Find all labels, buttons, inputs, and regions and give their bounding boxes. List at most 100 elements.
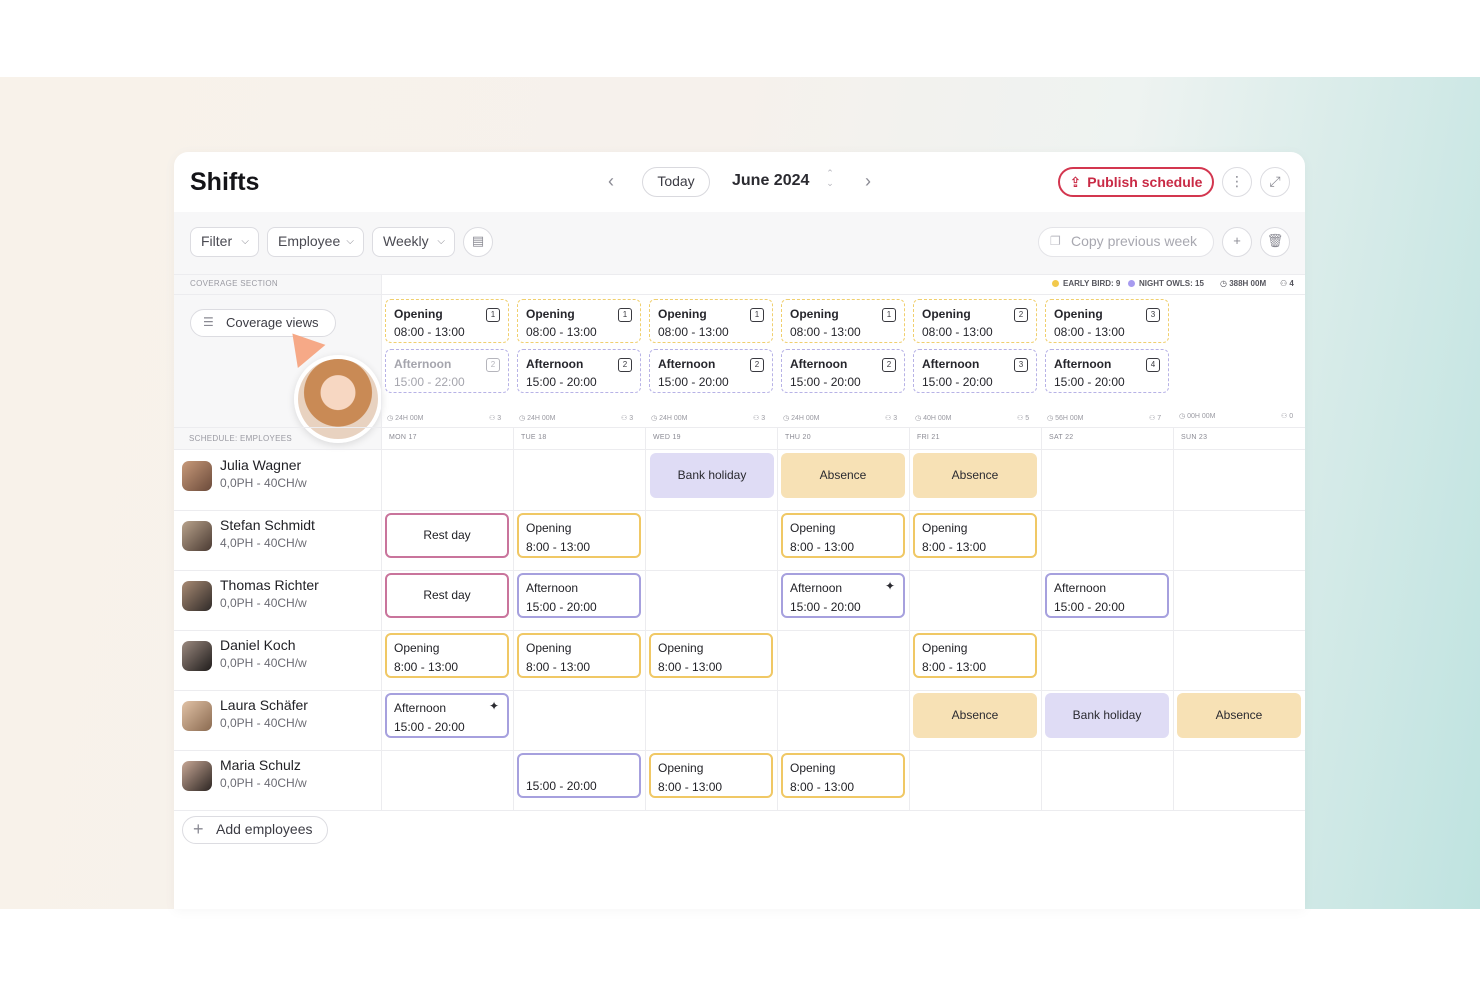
hours-text: 24H 00M — [527, 415, 556, 422]
expand-icon[interactable]: ⤢ — [1260, 167, 1290, 197]
shift-time: 8:00 - 13:00 — [790, 540, 855, 554]
coverage-card-afternoon[interactable]: Afternoon 15:00 - 20:00 3 — [913, 349, 1037, 393]
afternoon-shift[interactable]: Afternoon 15:00 - 20:00 ✦ — [781, 573, 905, 618]
shift-time: 15:00 - 20:00 — [526, 779, 597, 793]
employee-name: Daniel Koch — [220, 637, 296, 653]
coverage-section-label: COVERAGE SECTION — [190, 279, 278, 288]
afternoon-shift[interactable]: Afternoon 15:00 - 20:00 — [1045, 573, 1169, 618]
count-badge: 2 — [486, 358, 500, 372]
view-toggle-icon[interactable]: ▤ — [463, 227, 493, 257]
hours-text: 56H 00M — [1055, 415, 1084, 422]
divider — [174, 630, 1305, 631]
shift-time: 15:00 - 20:00 — [790, 375, 861, 389]
afternoon-shift[interactable]: Afternoon 15:00 - 20:00 — [517, 573, 641, 618]
clock-icon: ◷ — [1220, 279, 1230, 288]
shift-time: 8:00 - 13:00 — [922, 540, 987, 554]
opening-shift[interactable]: Opening 8:00 - 13:00 — [781, 513, 905, 558]
coverage-card-opening[interactable]: Opening 08:00 - 13:00 1 — [781, 299, 905, 343]
shift-name: Opening — [790, 521, 836, 535]
sparkle-icon: ✦ — [884, 579, 895, 593]
coverage-card-opening[interactable]: Opening 08:00 - 13:00 1 — [649, 299, 773, 343]
count-badge: 3 — [1014, 358, 1028, 372]
month-stepper-icon[interactable]: ⌃ ⌄ — [824, 168, 836, 194]
employee-row-header[interactable]: Daniel Koch 0,0PH - 40CH/w — [182, 635, 372, 675]
add-employees-button[interactable]: + Add employees — [182, 816, 328, 844]
absence-block[interactable]: Absence — [913, 693, 1037, 738]
employee-row-header[interactable]: Stefan Schmidt 4,0PH - 40CH/w — [182, 515, 372, 555]
day-header: FRI 21 — [917, 434, 940, 441]
coverage-card-afternoon[interactable]: Afternoon 15:00 - 20:00 4 — [1045, 349, 1169, 393]
opening-shift[interactable]: Opening 8:00 - 13:00 — [913, 513, 1037, 558]
opening-shift[interactable]: Opening 8:00 - 13:00 — [913, 633, 1037, 678]
divider — [645, 427, 646, 810]
prev-week-icon[interactable]: ‹ — [600, 170, 622, 192]
employee-dropdown[interactable]: Employee ⌵ — [267, 227, 364, 257]
divider — [174, 274, 1305, 275]
coverage-card-afternoon[interactable]: Afternoon 15:00 - 20:00 2 — [781, 349, 905, 393]
rest-day-shift[interactable]: Rest day — [385, 573, 509, 618]
rest-day-shift[interactable]: Rest day — [385, 513, 509, 558]
day-header: TUE 18 — [521, 434, 547, 441]
opening-shift[interactable]: Opening 8:00 - 13:00 — [649, 753, 773, 798]
day-hours: ◷ 24H 00M — [651, 415, 688, 422]
coverage-card-opening[interactable]: Opening 08:00 - 13:00 3 — [1045, 299, 1169, 343]
early-bird-text: EARLY BIRD: 9 — [1063, 279, 1121, 288]
day-header: SAT 22 — [1049, 434, 1074, 441]
trash-icon[interactable]: 🗑 — [1260, 227, 1290, 257]
absence-block[interactable]: Absence — [1177, 693, 1301, 738]
employee-row-header[interactable]: Julia Wagner 0,0PH - 40CH/w — [182, 455, 372, 495]
absence-block[interactable]: Absence — [781, 453, 905, 498]
shift-time: 8:00 - 13:00 — [658, 660, 723, 674]
divider — [1041, 427, 1042, 810]
employee-hours: 0,0PH - 40CH/w — [220, 656, 307, 670]
opening-shift[interactable]: Opening 8:00 - 13:00 — [517, 633, 641, 678]
shift-name: Opening — [922, 521, 968, 535]
divider — [174, 427, 1305, 428]
afternoon-shift[interactable]: Afternoon 15:00 - 20:00 ✦ — [385, 693, 509, 738]
today-button[interactable]: Today — [642, 167, 710, 197]
employee-row-header[interactable]: Thomas Richter 0,0PH - 40CH/w — [182, 575, 372, 615]
shift-time: 08:00 - 13:00 — [658, 325, 729, 339]
opening-shift[interactable]: Opening 8:00 - 13:00 — [649, 633, 773, 678]
count-badge: 2 — [1014, 308, 1028, 322]
coverage-card-afternoon[interactable]: Afternoon 15:00 - 20:00 2 — [649, 349, 773, 393]
shift-time: 08:00 - 13:00 — [1054, 325, 1125, 339]
divider — [909, 427, 910, 810]
next-week-icon[interactable]: › — [857, 170, 879, 192]
day-header: MON 17 — [389, 434, 417, 441]
coverage-card-opening[interactable]: Opening 08:00 - 13:00 1 — [385, 299, 509, 343]
upload-icon: ⇪ — [1069, 174, 1082, 190]
coverage-card-opening[interactable]: Opening 08:00 - 13:00 1 — [517, 299, 641, 343]
avatar — [182, 461, 212, 491]
bank-holiday-block[interactable]: Bank holiday — [650, 453, 774, 498]
absence-block[interactable]: Absence — [913, 453, 1037, 498]
divider — [174, 294, 1305, 295]
bank-holiday-block[interactable]: Bank holiday — [1045, 693, 1169, 738]
afternoon-shift[interactable]: 15:00 - 20:00 — [517, 753, 641, 798]
add-icon[interactable]: + — [1222, 227, 1252, 257]
coverage-card-afternoon[interactable]: Afternoon 15:00 - 22:00 2 — [385, 349, 509, 393]
employee-row-header[interactable]: Maria Schulz 0,0PH - 40CH/w — [182, 755, 372, 795]
toolbar: Filter ⌵ Employee ⌵ Weekly ⌵ ▤ ❐ Copy previo… — [174, 212, 1305, 274]
coverage-card-opening[interactable]: Opening 08:00 - 13:00 2 — [913, 299, 1037, 343]
count-badge: 2 — [882, 358, 896, 372]
divider — [513, 427, 514, 810]
more-options-icon[interactable]: ⋮ — [1222, 167, 1252, 197]
shift-name: Opening — [526, 521, 572, 535]
shift-name: Afternoon — [526, 581, 579, 595]
divider — [174, 810, 1305, 811]
opening-shift[interactable]: Opening 8:00 - 13:00 — [781, 753, 905, 798]
publish-schedule-button[interactable]: ⇪ Publish schedule — [1058, 167, 1214, 197]
employee-row-header[interactable]: Laura Schäfer 0,0PH - 40CH/w — [182, 695, 372, 735]
employee-name: Julia Wagner — [220, 457, 302, 473]
weekly-dropdown[interactable]: Weekly ⌵ — [372, 227, 455, 257]
filter-dropdown[interactable]: Filter ⌵ — [190, 227, 259, 257]
day-header: WED 19 — [653, 434, 681, 441]
avatar — [182, 521, 212, 551]
opening-shift[interactable]: Opening 8:00 - 13:00 — [517, 513, 641, 558]
employee-name: Maria Schulz — [220, 757, 301, 773]
copy-previous-week-button[interactable]: ❐ Copy previous week — [1038, 227, 1214, 257]
coverage-card-afternoon[interactable]: Afternoon 15:00 - 20:00 2 — [517, 349, 641, 393]
opening-shift[interactable]: Opening 8:00 - 13:00 — [385, 633, 509, 678]
employee-hours: 0,0PH - 40CH/w — [220, 776, 307, 790]
